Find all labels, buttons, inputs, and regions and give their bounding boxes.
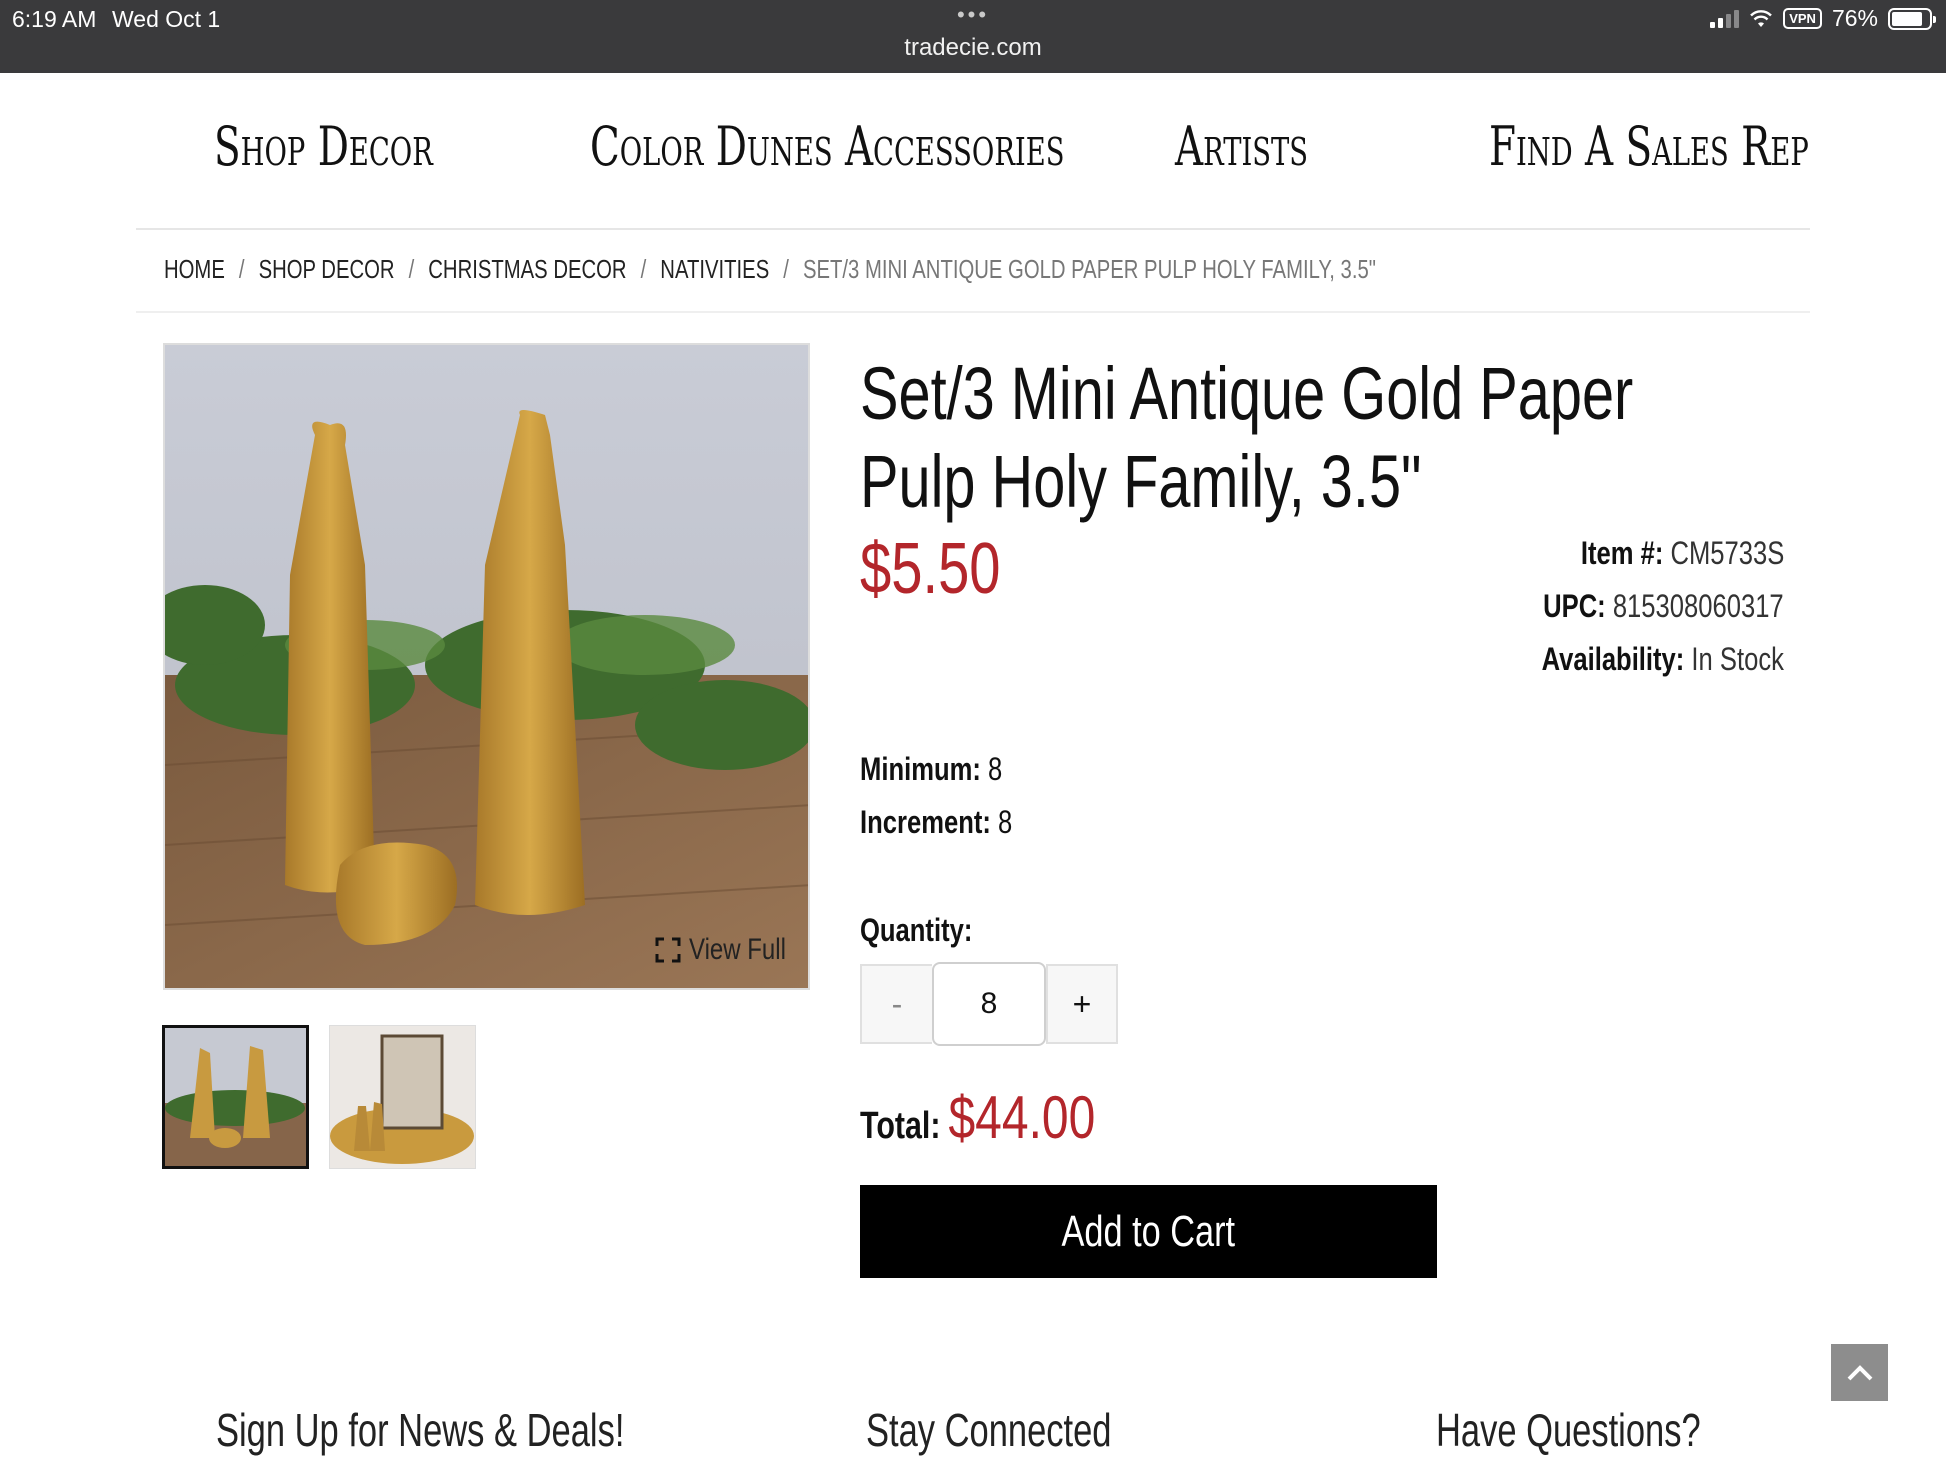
breadcrumb-separator: / (640, 254, 647, 284)
battery-percent: 76% (1831, 5, 1878, 31)
nav-divider (136, 228, 1810, 230)
product-thumbnail-1[interactable] (162, 1025, 309, 1169)
nav-find-sales-rep[interactable]: Find A Sales Rep (1489, 115, 1809, 178)
minimum-value: 8 (987, 751, 1003, 787)
expand-icon (655, 937, 681, 963)
quantity-increment-button[interactable]: + (1046, 964, 1118, 1044)
url-address[interactable]: tradecie.com (0, 34, 1946, 62)
add-to-cart-button[interactable]: Add to Cart (860, 1185, 1437, 1278)
battery-icon (1888, 7, 1936, 30)
item-number: Item #: CM5733S (1581, 535, 1784, 572)
quantity-input[interactable]: 8 (932, 962, 1046, 1046)
cellular-signal-icon (1710, 9, 1740, 28)
thumbnail-photo (165, 1028, 306, 1166)
wifi-icon (1750, 9, 1773, 27)
breadcrumb-separator: / (408, 254, 415, 284)
footer-heading-stay-connected: Stay Connected (866, 1404, 1112, 1456)
total: Total: $44.00 (860, 1083, 1095, 1152)
product-title: Set/3 Mini Antique Gold Paper Pulp Holy … (860, 352, 1634, 523)
chevron-up-icon (1847, 1364, 1872, 1380)
breadcrumb-divider (136, 311, 1810, 313)
product-main-image[interactable]: View Full (163, 343, 810, 990)
view-full-button[interactable]: View Full (655, 933, 808, 967)
availability-value: In Stock (1691, 641, 1784, 677)
quantity-decrement-button[interactable]: - (860, 964, 932, 1044)
nav-artists[interactable]: Artists (1175, 115, 1308, 178)
item-number-label: Item #: (1580, 535, 1664, 571)
increment-label: Increment: (860, 804, 991, 840)
breadcrumb: HOME / SHOP DECOR / CHRISTMAS DECOR / NATIVITI… (164, 254, 1376, 285)
total-value: $44.00 (948, 1084, 1096, 1151)
add-to-cart-label: Add to Cart (1061, 1206, 1236, 1256)
product-price: $5.50 (860, 529, 1001, 609)
breadcrumb-shop-decor[interactable]: SHOP DECOR (259, 254, 395, 284)
upc: UPC: 815308060317 (1543, 588, 1784, 625)
breadcrumb-current: SET/3 MINI ANTIQUE GOLD PAPER PULP HOLY … (802, 254, 1376, 284)
product-photo (165, 345, 808, 988)
breadcrumb-home[interactable]: HOME (164, 254, 225, 284)
breadcrumb-christmas-decor[interactable]: CHRISTMAS DECOR (428, 254, 626, 284)
breadcrumb-separator: / (238, 254, 245, 284)
increment: Increment: 8 (860, 804, 1012, 841)
product-thumbnail-2[interactable] (329, 1025, 476, 1169)
upc-label: UPC: (1543, 588, 1607, 624)
quantity-stepper: - 8 + (860, 962, 1118, 1046)
nav-color-dunes-accessories[interactable]: Color Dunes Accessories (590, 115, 1064, 178)
footer-heading-questions: Have Questions? (1436, 1404, 1701, 1456)
vpn-badge: VPN (1783, 8, 1822, 29)
footer-heading-signup: Sign Up for News & Deals! (216, 1404, 625, 1456)
minimum: Minimum: 8 (860, 751, 1002, 788)
quantity-label: Quantity: (860, 912, 973, 948)
minimum-label: Minimum: (860, 751, 981, 787)
availability: Availability: In Stock (1542, 641, 1784, 678)
nav-shop-decor[interactable]: Shop Decor (214, 115, 433, 178)
availability-label: Availability: (1541, 641, 1685, 677)
breadcrumb-nativities[interactable]: NATIVITIES (660, 254, 769, 284)
upc-value: 815308060317 (1613, 588, 1784, 624)
total-label: Total: (860, 1105, 941, 1147)
breadcrumb-separator: / (783, 254, 789, 284)
increment-value: 8 (997, 804, 1013, 840)
main-nav: Shop Decor Color Dunes Accessories Artis… (0, 73, 1946, 229)
view-full-label: View Full (689, 933, 786, 966)
status-bar: 6:19 AM Wed Oct 1 ••• tradecie.com VPN 7… (0, 0, 1946, 73)
status-indicators: VPN 76% (1710, 5, 1936, 32)
item-number-value: CM5733S (1670, 535, 1784, 571)
back-to-top-button[interactable] (1831, 1344, 1888, 1401)
multitasking-dots-icon[interactable]: ••• (0, 2, 1946, 28)
thumbnail-photo (330, 1026, 475, 1168)
